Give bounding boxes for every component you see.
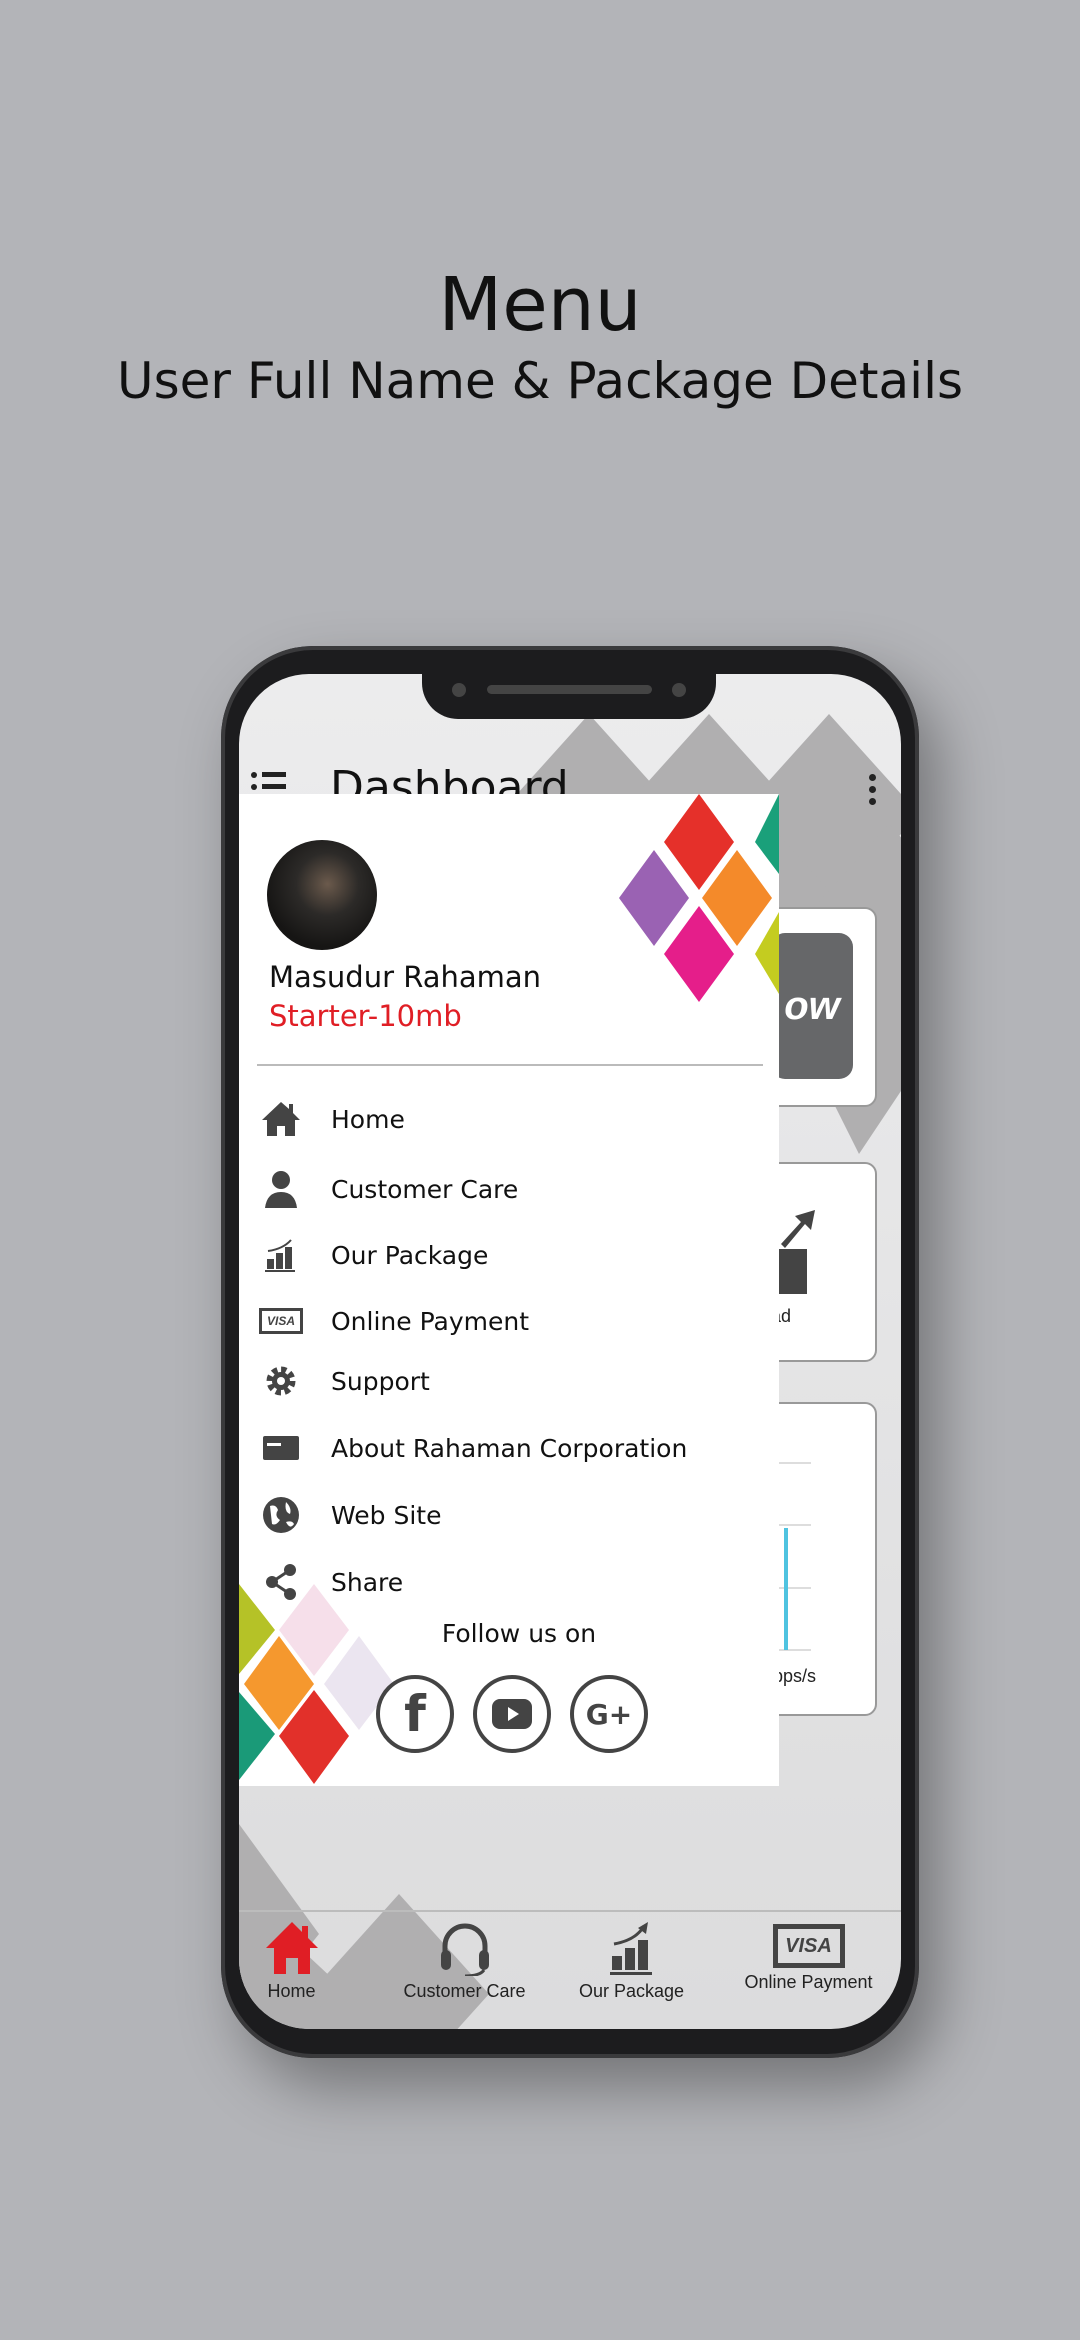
bottom-nav-home[interactable]: Home	[239, 1920, 374, 2002]
menu-item-label: Web Site	[331, 1500, 442, 1530]
chart-icon	[259, 1235, 303, 1275]
card-icon	[259, 1428, 303, 1468]
menu-item-support[interactable]: Support	[239, 1356, 779, 1406]
speed-line	[784, 1528, 788, 1650]
menu-item-home[interactable]: Home	[239, 1094, 779, 1144]
phone-screen: Dashboard ow ad Kbps/s Home Customer Car…	[239, 674, 901, 2029]
menu-item-web-site[interactable]: Web Site	[239, 1490, 779, 1540]
menu-item-our-package[interactable]: Our Package	[239, 1230, 779, 1280]
menu-item-label: Share	[331, 1567, 404, 1597]
youtube-icon	[492, 1699, 532, 1729]
menu-item-label: Customer Care	[331, 1174, 519, 1204]
bottom-nav-divider	[239, 1910, 901, 1912]
divider	[257, 1064, 763, 1066]
google-plus-icon: G+	[585, 1697, 633, 1731]
menu-item-customer-care[interactable]: Customer Care	[239, 1164, 779, 1214]
facebook-button[interactable]: f	[376, 1675, 454, 1753]
menu-item-share[interactable]: Share	[239, 1557, 779, 1607]
share-icon	[259, 1562, 303, 1602]
visa-icon: VISA	[259, 1301, 303, 1341]
home-icon	[265, 1922, 318, 1974]
notch	[422, 674, 716, 719]
user-name: Masudur Rahaman	[269, 960, 542, 994]
youtube-button[interactable]	[473, 1675, 551, 1753]
bottom-nav-online-payment[interactable]: VISA Online Payment	[726, 1920, 891, 1993]
headset-icon	[440, 1923, 489, 1978]
menu-item-online-payment[interactable]: VISA Online Payment	[239, 1296, 779, 1346]
menu-item-label: Support	[331, 1366, 430, 1396]
package-name: Starter-10mb	[269, 999, 462, 1033]
colorful-diamonds-corner	[239, 1584, 394, 1784]
menu-item-label: Home	[331, 1104, 405, 1134]
chart-icon	[609, 1922, 652, 1975]
more-options-icon[interactable]	[869, 774, 877, 805]
follow-label: Follow us on	[441, 1619, 597, 1648]
bottom-nav-customer-care[interactable]: Customer Care	[382, 1920, 547, 2002]
bottom-nav-our-package[interactable]: Our Package	[549, 1920, 714, 2002]
person-icon	[259, 1169, 303, 1209]
bottom-nav-label: Online Payment	[744, 1972, 873, 1992]
navigation-drawer: Masudur Rahaman Starter-10mb Home Custom…	[239, 794, 779, 1786]
visa-icon: VISA	[772, 1924, 845, 1968]
bottom-nav-label: Customer Care	[403, 1981, 526, 2001]
page-title: Menu	[438, 262, 642, 348]
action-button[interactable]: ow	[771, 933, 853, 1079]
google-plus-button[interactable]: G+	[570, 1675, 648, 1753]
colorful-diamonds-logo	[619, 794, 779, 1002]
menu-item-label: Online Payment	[331, 1306, 530, 1336]
bottom-nav-label: Home	[267, 1981, 316, 2001]
home-icon	[259, 1099, 303, 1139]
menu-item-about[interactable]: About Rahaman Corporation	[239, 1423, 779, 1473]
page-subtitle: User Full Name & Package Details	[116, 352, 964, 410]
gear-icon	[259, 1361, 303, 1401]
header-title: Dashboard	[330, 762, 569, 794]
avatar[interactable]	[267, 840, 377, 950]
bottom-nav-label: Our Package	[578, 1981, 685, 2001]
facebook-icon: f	[404, 1685, 426, 1743]
menu-item-label: Our Package	[331, 1240, 489, 1270]
menu-item-label: About Rahaman Corporation	[331, 1433, 688, 1463]
globe-icon	[259, 1495, 303, 1535]
